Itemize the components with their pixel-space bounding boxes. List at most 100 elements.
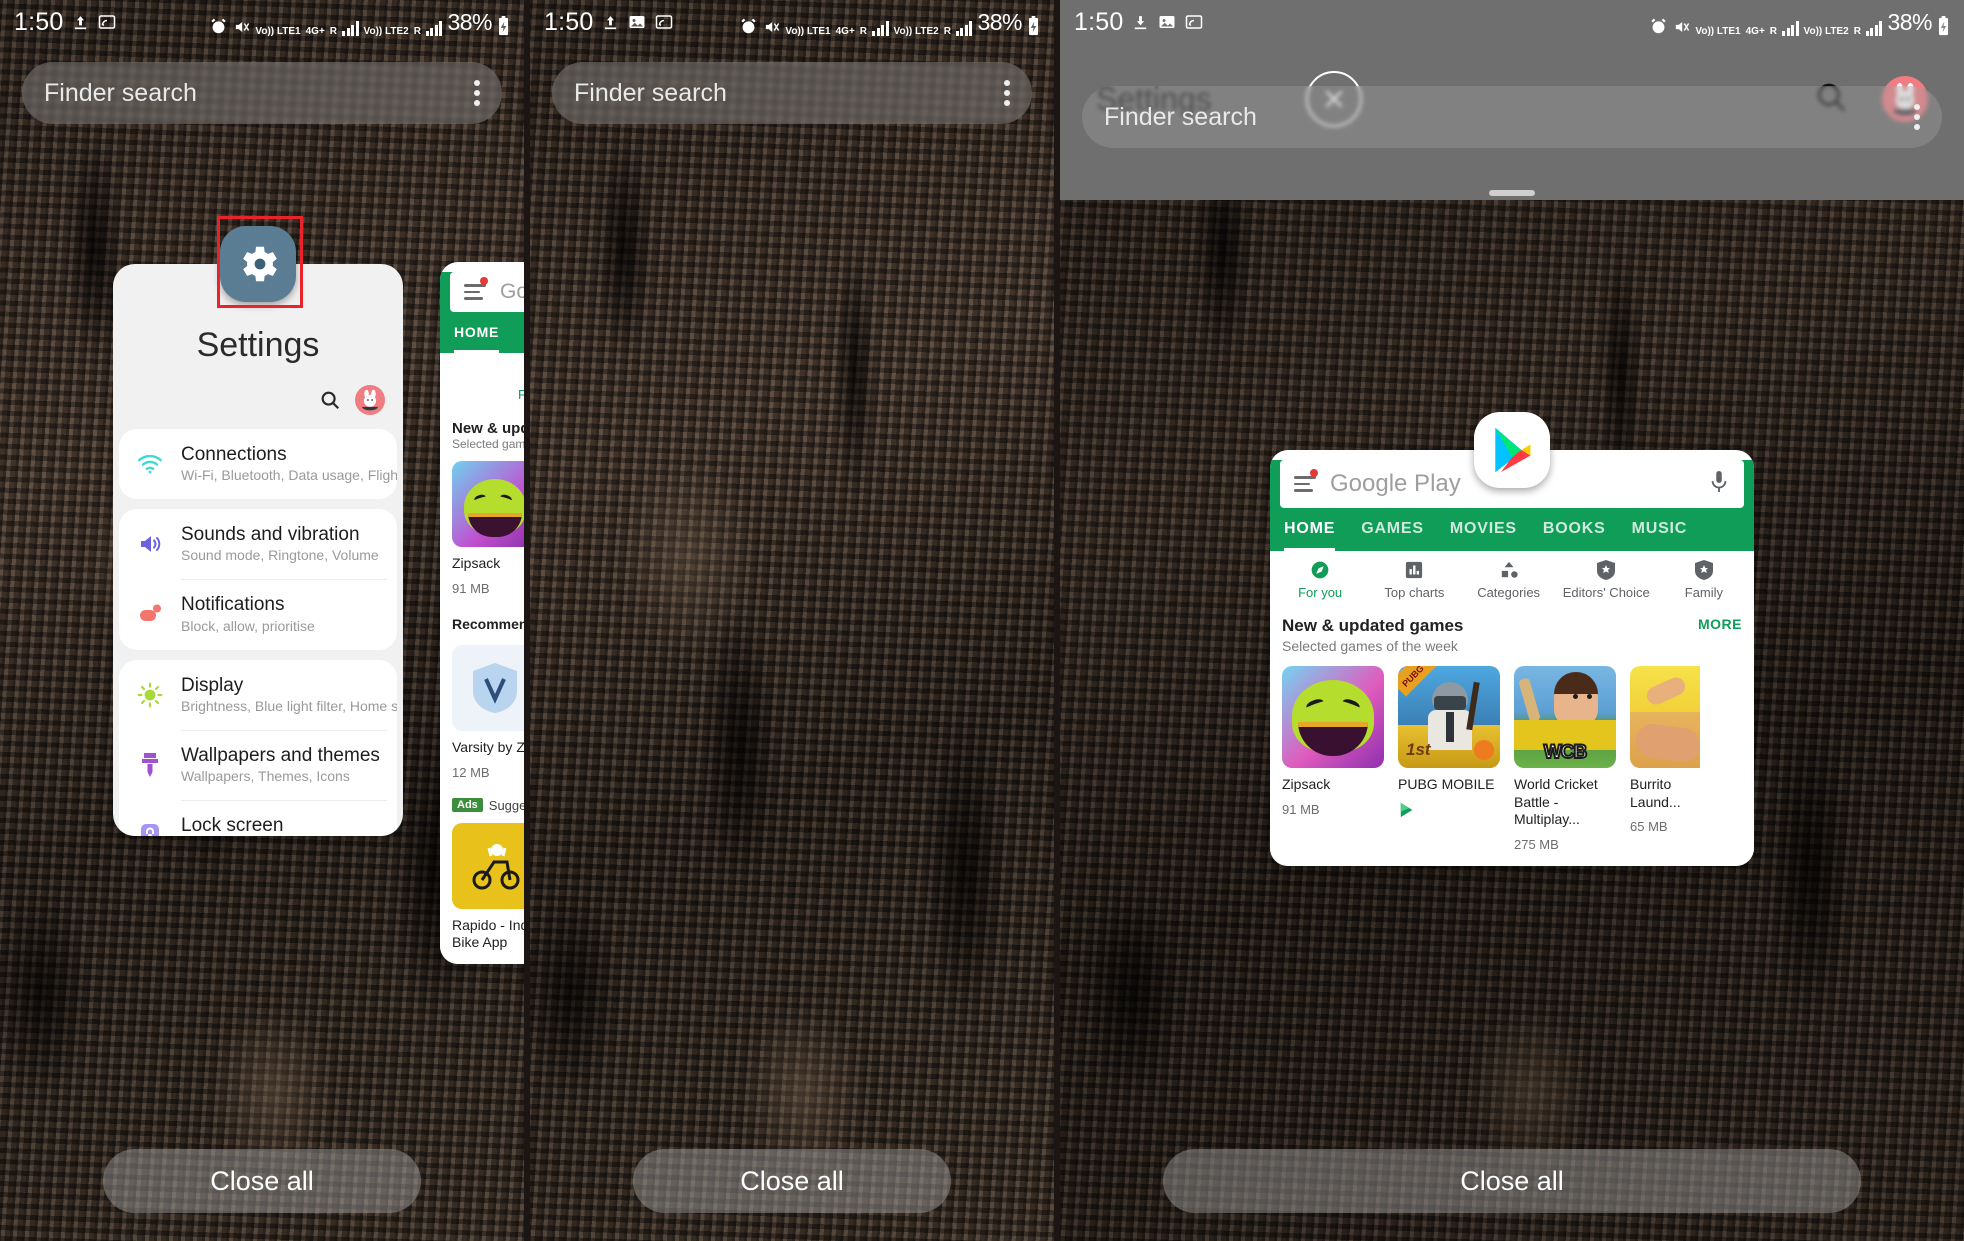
- signal-bars2-icon: [1865, 20, 1883, 36]
- subtab-editors-choice[interactable]: Editors' Choice: [1563, 559, 1650, 600]
- lock-icon: [135, 822, 165, 836]
- status-bar: 1:50 Vo)) LTE1 4G+ R Vo)) LTE2 R 38%: [530, 0, 1054, 44]
- finder-search-bar[interactable]: Finder search: [22, 62, 502, 124]
- panel-popup-menu: 1:50 Vo)) LTE1 4G+ R Vo)) LTE2 R 38% Fin…: [530, 0, 1054, 1241]
- app-thumb-pubg[interactable]: PUBG 1st: [1398, 666, 1500, 768]
- tab-home[interactable]: HOME: [1284, 520, 1336, 551]
- finder-search-bar[interactable]: Finder search: [1082, 86, 1942, 148]
- finder-search-placeholder: Finder search: [574, 78, 727, 107]
- list-item[interactable]: Burrito Laund... 65 MB: [1630, 666, 1700, 852]
- app-thumb-varsity[interactable]: [452, 645, 524, 731]
- microphone-icon[interactable]: [1708, 469, 1730, 500]
- panel-split-screen-select: 1:50 Vo)) LTE1 4G+ R Vo)) LTE2 R 38% Set…: [1060, 0, 1964, 1241]
- hamburger-menu-icon[interactable]: [1294, 469, 1318, 496]
- app-size: 65 MB: [1630, 819, 1668, 834]
- recents-card-play-store-partial[interactable]: Google HOME GA For you: [440, 262, 524, 964]
- list-item[interactable]: Zipsack 91 MB: [1282, 666, 1384, 852]
- subtab-top-charts[interactable]: Top charts: [1374, 559, 1454, 600]
- sidebar-item-lock-screen[interactable]: Lock screen Screen lock type, Always On …: [119, 799, 397, 836]
- sidebar-item-label: Connections: [181, 444, 287, 465]
- play-search-label: Google Play: [1330, 470, 1461, 497]
- more-options-icon[interactable]: [474, 80, 480, 106]
- app-thumb-burrito[interactable]: [1630, 666, 1700, 768]
- recents-card-settings[interactable]: Settings Connections Wi-Fi, Bluetooth, D…: [113, 216, 403, 836]
- avatar[interactable]: [355, 385, 385, 415]
- subtab-categories[interactable]: Categories: [1469, 559, 1549, 600]
- roaming2-icon: R: [1853, 25, 1861, 37]
- finder-search-placeholder: Finder search: [44, 78, 197, 107]
- close-all-button[interactable]: Close all: [633, 1149, 951, 1213]
- battery-percent: 38%: [447, 8, 492, 35]
- panel-recents-settings: 1:50 Vo)) LTE1 4G+ R Vo)) LTE2 R 38% Fin…: [0, 0, 524, 1241]
- finder-search-bar[interactable]: Finder search: [552, 62, 1032, 124]
- sidebar-item-sounds[interactable]: Sounds and vibration Sound mode, Rington…: [119, 509, 397, 579]
- 4g-plus-icon: 4G+: [305, 25, 325, 37]
- close-all-button[interactable]: Close all: [1163, 1149, 1861, 1213]
- status-bar: 1:50 Vo)) LTE1 4G+ R Vo)) LTE2 R 38%: [0, 0, 524, 44]
- subtab-for-you[interactable]: For you: [1280, 559, 1360, 600]
- app-thumb-rapido[interactable]: [452, 822, 524, 909]
- play-search-label: Google: [500, 280, 524, 303]
- sidebar-item-label: Notifications: [181, 594, 285, 616]
- more-link[interactable]: MORE: [1698, 616, 1742, 632]
- sidebar-item-label: Sounds and vibration: [181, 524, 360, 546]
- notification-icon: [135, 603, 165, 625]
- search-icon[interactable]: [319, 389, 341, 411]
- close-all-button[interactable]: Close all: [103, 1149, 421, 1213]
- app-thumb-zipsack[interactable]: [1282, 666, 1384, 768]
- alarm-icon: [209, 17, 228, 36]
- recents-card-play-store[interactable]: Google Play HOME GAMES MOVIES BOOKS MUSI…: [1270, 412, 1754, 866]
- subtab-family[interactable]: Family: [1664, 559, 1744, 600]
- tab-movies[interactable]: MOVIES: [1450, 520, 1517, 551]
- sidebar-item-wallpapers[interactable]: Wallpapers and themes Wallpapers, Themes…: [119, 729, 397, 800]
- sidebar-item-connections[interactable]: Connections Wi-Fi, Bluetooth, Data usage…: [119, 429, 397, 499]
- subtab-for-you[interactable]: For you: [450, 361, 524, 402]
- list-item[interactable]: WCB World Cricket Battle - Multiplay... …: [1514, 666, 1616, 852]
- status-time: 1:50: [14, 7, 64, 36]
- wifi-icon: [135, 454, 165, 474]
- sidebar-item-label: Display: [181, 674, 244, 696]
- hamburger-menu-icon[interactable]: [464, 277, 488, 304]
- sidebar-item-label: Lock screen: [181, 814, 284, 836]
- battery-charging-icon: [497, 15, 510, 36]
- tab-home[interactable]: HOME: [454, 324, 500, 353]
- signal-bars2-icon: [425, 20, 443, 36]
- tab-games[interactable]: GAMES: [1361, 520, 1424, 551]
- gallery-icon: [1158, 13, 1176, 31]
- mute-icon: [233, 18, 250, 36]
- app-thumb-zipsack[interactable]: [452, 461, 524, 547]
- play-pass-icon: [1398, 802, 1416, 821]
- notification-dot: [1310, 469, 1318, 478]
- tab-music[interactable]: MUSIC: [1632, 520, 1688, 551]
- play-sub-tabs: For you Top charts Categories Editors' C…: [1270, 551, 1754, 606]
- speaker-icon: [135, 532, 165, 556]
- suggested-label: Suggested: [488, 797, 524, 813]
- app-size: 91 MB: [452, 580, 490, 596]
- wifi-cast-icon: [655, 13, 673, 31]
- settings-group-1: Connections Wi-Fi, Bluetooth, Data usage…: [119, 429, 397, 500]
- sidebar-item-display[interactable]: Display Brightness, Blue light filter, H…: [119, 660, 397, 730]
- compass-icon: [450, 361, 524, 383]
- more-options-icon[interactable]: [1914, 104, 1920, 130]
- play-content-area: New & updated games Selected games of th…: [1270, 606, 1754, 866]
- split-divider-handle[interactable]: [1489, 190, 1535, 196]
- app-name: Zipsack: [1282, 776, 1331, 792]
- list-item[interactable]: PUBG 1st PUBG MOBILE: [1398, 666, 1500, 852]
- wifi-cast-icon: [1185, 13, 1203, 31]
- app-size: 275 MB: [1514, 836, 1559, 852]
- app-thumb-world-cricket-battle[interactable]: WCB: [1514, 666, 1616, 768]
- gallery-icon: [628, 13, 646, 31]
- tab-books[interactable]: BOOKS: [1543, 520, 1606, 551]
- sidebar-item-notifications[interactable]: Notifications Block, allow, prioritise: [119, 579, 397, 649]
- volte2-icon: Vo)) LTE2: [1803, 25, 1849, 37]
- app-name: Varsity by Zerodha: [452, 739, 524, 755]
- more-options-icon[interactable]: [1004, 80, 1010, 106]
- settings-gear-icon[interactable]: [220, 226, 296, 302]
- 4g-plus-icon: 4G+: [835, 25, 855, 37]
- google-play-icon[interactable]: [1474, 412, 1550, 488]
- volte2-icon: Vo)) LTE2: [893, 25, 939, 37]
- app-size: 91 MB: [1282, 801, 1320, 817]
- sidebar-item-sublabel: Wi-Fi, Bluetooth, Data usage, Flight mod…: [181, 467, 397, 484]
- volte1-icon: Vo)) LTE1: [785, 25, 831, 37]
- app-size: 12 MB: [452, 764, 490, 780]
